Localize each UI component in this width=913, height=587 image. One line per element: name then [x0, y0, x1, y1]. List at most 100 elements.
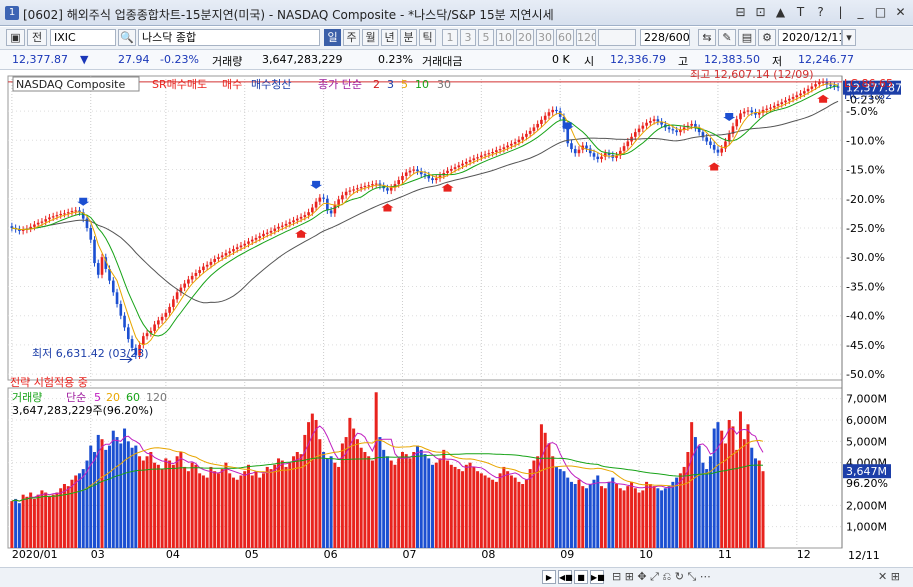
- volume-bar: [705, 469, 709, 548]
- volume-bar: [179, 452, 183, 548]
- minute-20[interactable]: 20: [516, 29, 534, 46]
- volume-bar: [149, 452, 153, 548]
- candle-body: [363, 185, 367, 188]
- next-button[interactable]: ▶■: [590, 570, 605, 584]
- candle-body: [566, 128, 570, 144]
- candle-body: [656, 119, 660, 122]
- period-year[interactable]: 년: [381, 29, 398, 46]
- minute-1[interactable]: 1: [442, 29, 458, 46]
- candle-body: [480, 155, 483, 158]
- volume-bar: [277, 458, 281, 548]
- draw-icon[interactable]: ✎: [718, 29, 736, 46]
- volume-bar: [36, 494, 40, 548]
- pin-icon[interactable]: ⊡: [752, 4, 769, 21]
- jeon-button[interactable]: 전: [27, 29, 47, 46]
- gear-icon[interactable]: ⚙: [758, 29, 776, 46]
- period-week[interactable]: 주: [343, 29, 360, 46]
- candle-body: [765, 108, 769, 110]
- price-tick-label: -20.0%: [846, 193, 885, 206]
- period-tick[interactable]: 틱: [419, 29, 436, 46]
- period-minute[interactable]: 분: [400, 29, 417, 46]
- period-month[interactable]: 월: [362, 29, 379, 46]
- chart-area[interactable]: 2020/01 03 04 05 06 07 08 09 10 11 12 -5.0% -10.0% -1…: [0, 70, 913, 566]
- volume-bar: [498, 473, 502, 548]
- candle-body: [739, 113, 742, 120]
- volume-bar: [431, 464, 435, 548]
- amount-label: 거래대금: [422, 55, 463, 68]
- volume-bar: [284, 466, 288, 548]
- volume-bar: [216, 473, 220, 548]
- volume-badge-pct: 96.20%: [846, 477, 888, 490]
- candle-body: [671, 129, 675, 131]
- candle-body: [371, 184, 374, 186]
- volume-bar: [464, 464, 468, 548]
- volume-bar: [111, 430, 115, 548]
- volume-bar: [720, 430, 724, 548]
- lock-icon[interactable]: ▣: [6, 29, 25, 46]
- volume-bar: [333, 462, 337, 548]
- candle-body: [70, 211, 74, 213]
- candle-body: [446, 170, 449, 174]
- interval-select[interactable]: [598, 29, 636, 46]
- font-icon[interactable]: T: [792, 4, 809, 21]
- volume-bar: [115, 437, 119, 548]
- volume-bar: [292, 456, 296, 548]
- candle-body: [190, 275, 194, 280]
- help-icon[interactable]: ?: [812, 4, 829, 21]
- volume-bar: [265, 466, 269, 548]
- volume-bar: [506, 471, 510, 548]
- candle-body: [397, 180, 401, 185]
- candle-body: [220, 255, 224, 258]
- candle-body: [585, 145, 588, 149]
- volume-bar: [40, 490, 44, 548]
- close-button[interactable]: ✕: [892, 4, 909, 21]
- maximize-button[interactable]: □: [872, 4, 889, 21]
- minute-120[interactable]: 120: [576, 29, 596, 46]
- volume-bar: [314, 420, 318, 548]
- symbol-input[interactable]: IXIC: [50, 29, 116, 46]
- search-icon[interactable]: 🔍: [118, 29, 136, 46]
- candle-body: [386, 188, 389, 191]
- up-icon[interactable]: ▲: [772, 4, 789, 21]
- count-value: 228: [644, 31, 665, 44]
- volume-bar: [220, 469, 224, 548]
- price-volume-chart[interactable]: 2020/01 03 04 05 06 07 08 09 10 11 12 -5.0% -10.0% -1…: [0, 70, 913, 566]
- compare-icon[interactable]: ⇆: [698, 29, 716, 46]
- candle-body: [224, 253, 228, 256]
- settings-icons[interactable]: ✕ ⊞: [878, 570, 900, 583]
- volume-bar: [389, 460, 393, 548]
- candle-body: [543, 115, 547, 120]
- period-day[interactable]: 일: [324, 29, 341, 46]
- play-button[interactable]: ▶: [542, 570, 556, 584]
- prev-button[interactable]: ◀■: [558, 570, 573, 584]
- minute-10[interactable]: 10: [496, 29, 514, 46]
- volume-bar: [66, 486, 70, 548]
- calendar-icon[interactable]: ▾: [842, 29, 856, 46]
- bottom-bar: ▶ ◀■ ■ ▶■ ⊟ ⊞ ✥ ⤢ ⎌ ↻ ⤡ ⋯ ✕ ⊞: [0, 567, 913, 587]
- x-tick-label: 10: [639, 548, 653, 561]
- candle-body: [487, 153, 491, 155]
- screen-link-icon[interactable]: ⊟: [732, 4, 749, 21]
- quote-bar: 12,377.87 ▼ 27.94 -0.23% 거래량 3,647,283,2…: [0, 50, 913, 70]
- candle-body: [243, 243, 247, 246]
- volume-bar: [17, 503, 21, 548]
- candle-body: [311, 207, 314, 213]
- minute-3[interactable]: 3: [460, 29, 476, 46]
- count-field[interactable]: 228/600: [640, 29, 690, 46]
- candle-body: [555, 109, 558, 112]
- minimize-button[interactable]: _: [852, 4, 869, 21]
- minute-30[interactable]: 30: [536, 29, 554, 46]
- candle-body: [551, 109, 555, 113]
- volume-bar: [652, 486, 656, 548]
- save-icon[interactable]: ▤: [738, 29, 756, 46]
- minute-60[interactable]: 60: [556, 29, 574, 46]
- stop-button[interactable]: ■: [574, 570, 588, 584]
- volume-bar: [44, 492, 48, 548]
- minute-5[interactable]: 5: [478, 29, 494, 46]
- volume-bar: [59, 488, 63, 548]
- zoom-icons[interactable]: ⊟ ⊞ ✥ ⤢ ⎌ ↻ ⤡ ⋯: [612, 570, 711, 584]
- date-input[interactable]: 2020/12/11: [778, 29, 842, 46]
- price-tick-label: -50.0%: [846, 368, 885, 381]
- end-date-label: 12/11: [848, 549, 880, 562]
- volume-bar: [423, 454, 427, 548]
